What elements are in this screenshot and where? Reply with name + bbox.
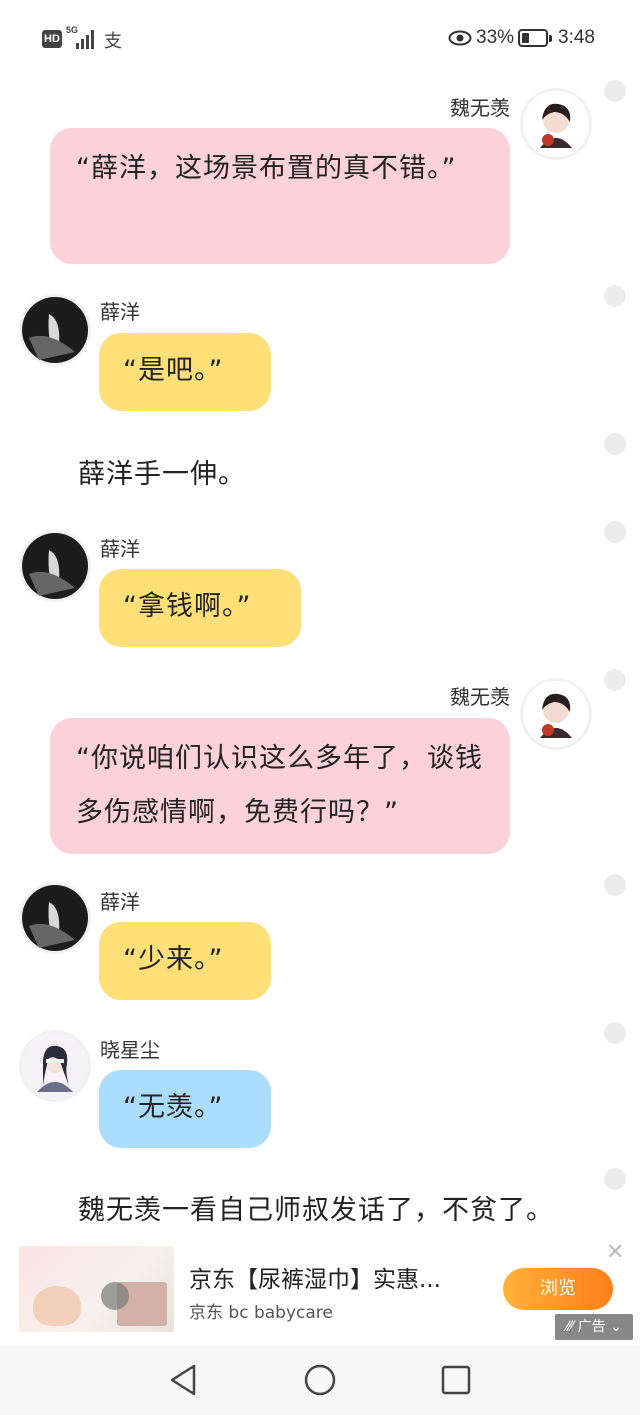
message-bubble: “你说咱们认识这么多年了，谈钱多伤感情啊，免费行吗？” <box>50 718 510 854</box>
avatar-xue-yang[interactable] <box>19 530 91 602</box>
ad-image[interactable] <box>19 1246 174 1332</box>
system-nav-bar <box>0 1346 640 1415</box>
recents-button[interactable] <box>436 1360 476 1400</box>
battery-icon <box>518 29 552 47</box>
message-bubble: “少来。” <box>99 922 271 1000</box>
sender-name: 魏无羡 <box>450 96 510 120</box>
message-select-dot[interactable] <box>604 521 626 543</box>
message-select-dot[interactable] <box>604 285 626 307</box>
avatar-wei-wuxian[interactable] <box>520 678 592 750</box>
narration-text: 薛洋手一伸。 <box>78 459 246 490</box>
ad-title[interactable]: 京东【尿裤湿巾】实惠... <box>189 1260 441 1294</box>
message-select-dot[interactable] <box>604 80 626 102</box>
chevron-down-icon: ⌄ <box>610 1319 622 1335</box>
sender-name: 薛洋 <box>100 890 140 914</box>
avatar-xue-yang[interactable] <box>19 294 91 366</box>
close-icon[interactable]: ✕ <box>606 1240 624 1265</box>
message-select-dot[interactable] <box>604 1022 626 1044</box>
message-select-dot[interactable] <box>604 874 626 896</box>
message-bubble: “薛洋，这场景布置的真不错。” <box>50 128 510 264</box>
ad-banner[interactable]: 京东【尿裤湿巾】实惠... 京东 bc babycare ✕ 浏览 ⁄⁄⁄ 广告… <box>0 1232 640 1344</box>
status-bar: HD 5G 支 33% 3:48 <box>0 0 640 78</box>
clock: 3:48 <box>558 27 595 48</box>
alipay-icon: 支 <box>104 31 122 52</box>
browse-button[interactable]: 浏览 <box>503 1268 613 1310</box>
back-button[interactable] <box>164 1360 204 1400</box>
ad-logo-icon: ⁄⁄⁄ <box>566 1319 574 1335</box>
hd-icon: HD <box>42 30 62 48</box>
message-select-dot[interactable] <box>604 1168 626 1190</box>
sender-name: 晓星尘 <box>100 1038 160 1062</box>
battery-percent: 33% <box>476 27 515 48</box>
signal-icon <box>76 29 98 49</box>
ad-tag-label: 广告 <box>577 1319 606 1335</box>
avatar-xue-yang[interactable] <box>19 882 91 954</box>
ad-tag[interactable]: ⁄⁄⁄ 广告 ⌄ <box>555 1314 633 1340</box>
sender-name: 薛洋 <box>100 300 140 324</box>
narration-text: 魏无羡一看自己师叔发话了，不贫了。 <box>78 1195 554 1226</box>
message-bubble: “拿钱啊。” <box>99 569 301 647</box>
sender-name: 魏无羡 <box>450 685 510 709</box>
sender-name: 薛洋 <box>100 537 140 561</box>
message-bubble: “是吧。” <box>99 333 271 411</box>
message-bubble: “无羡。” <box>99 1070 271 1148</box>
avatar-wei-wuxian[interactable] <box>520 88 592 160</box>
avatar-xiao-xingchen[interactable] <box>19 1030 91 1102</box>
home-button[interactable] <box>300 1360 340 1400</box>
message-select-dot[interactable] <box>604 433 626 455</box>
ad-subtitle: 京东 bc babycare <box>189 1303 333 1323</box>
eye-icon <box>448 28 472 52</box>
message-select-dot[interactable] <box>604 669 626 691</box>
